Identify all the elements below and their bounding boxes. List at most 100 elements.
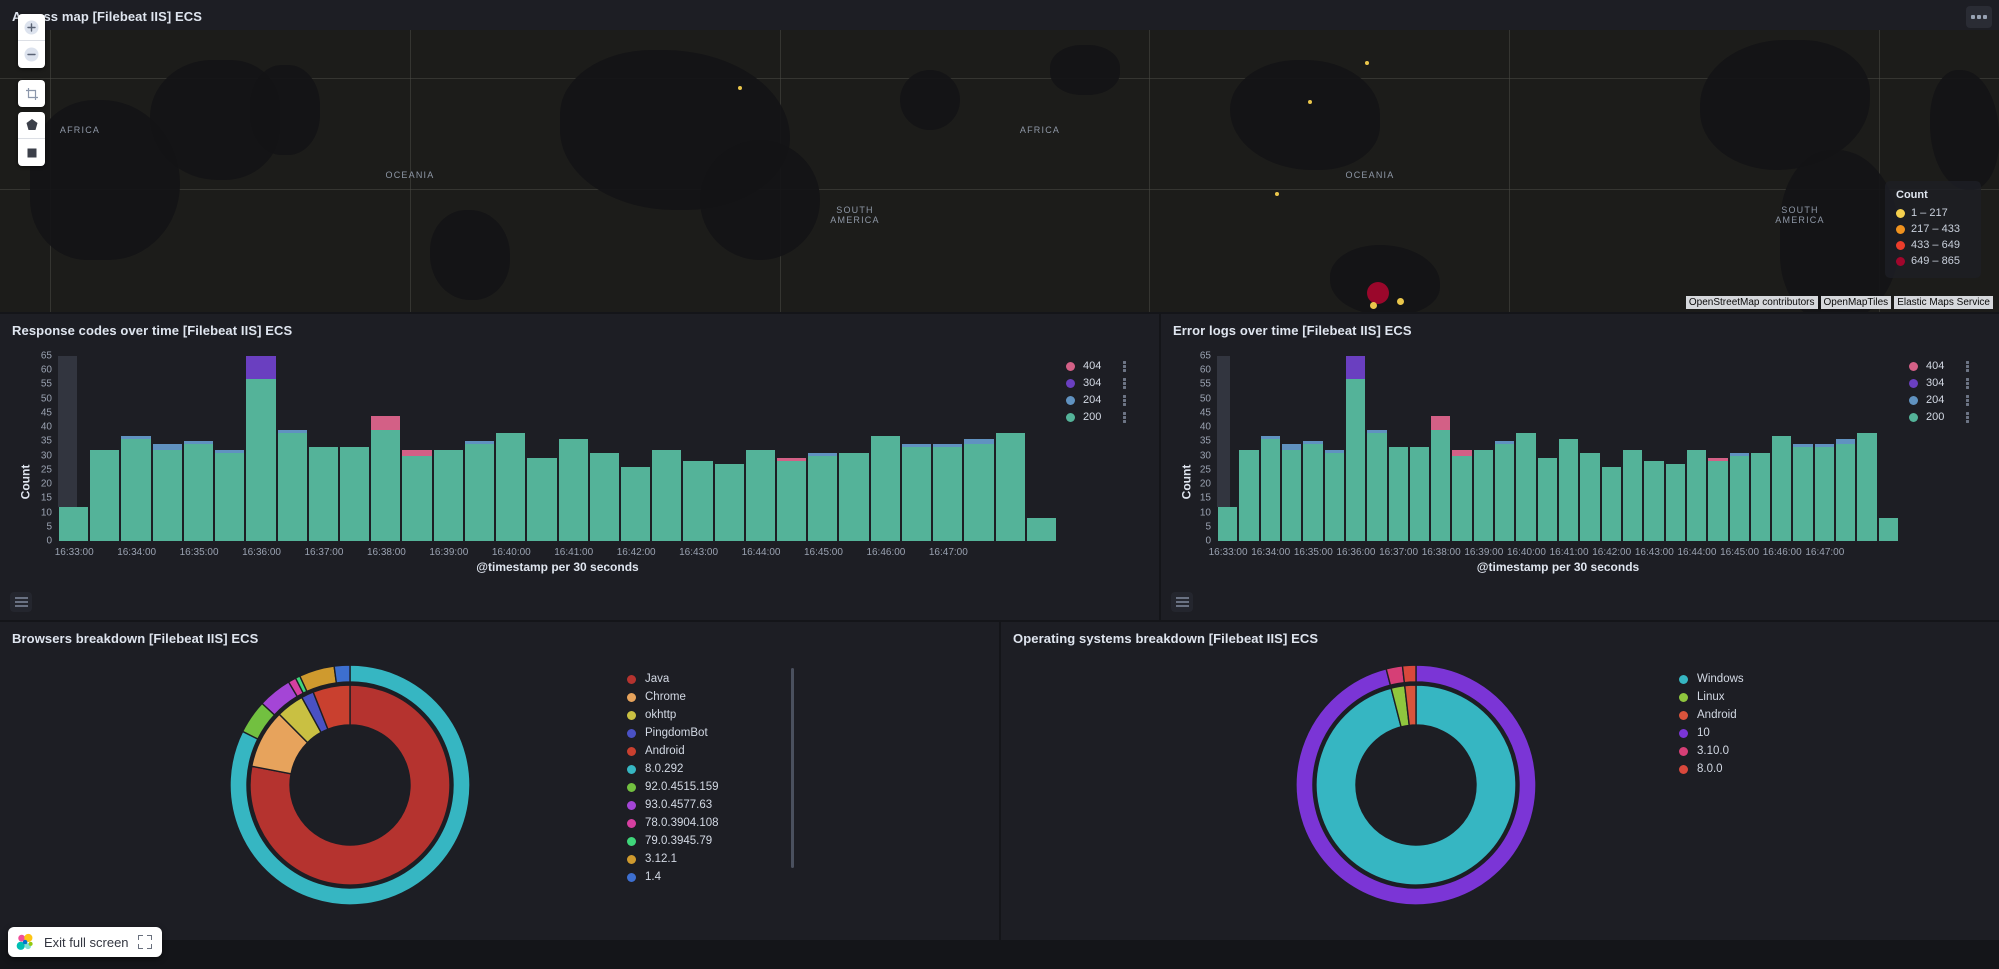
bar[interactable] [651,449,683,541]
bar-segment[interactable] [1387,447,1409,541]
bar[interactable] [557,438,589,541]
bar-segment[interactable] [713,464,745,541]
bar[interactable] [89,449,121,541]
map-marker[interactable] [1275,192,1279,196]
bar-segment[interactable] [370,430,402,541]
bar[interactable] [1217,506,1239,541]
bar-segment[interactable] [1621,449,1644,541]
bar[interactable] [338,447,371,541]
bar-segment[interactable] [1728,455,1750,541]
os-legend[interactable]: Windows Linux Android 10 3.10.0 8.0.0 [1679,670,1839,926]
series-legend-error[interactable]: 404 304 204 200 [1909,358,1969,426]
bar[interactable] [1792,444,1814,541]
bar[interactable] [1430,415,1452,541]
map-draw-controls[interactable] [18,112,45,166]
legend-actions-button[interactable] [1966,360,1969,372]
bar[interactable] [1771,435,1793,541]
legend-item[interactable]: Windows [1679,670,1827,688]
bar[interactable] [1259,435,1281,541]
bar[interactable] [495,432,527,541]
bar-segment[interactable] [869,435,901,541]
bar-segment[interactable] [89,449,121,541]
bar-segment[interactable] [1344,356,1367,379]
legend-item[interactable]: Android [1679,706,1827,724]
legend-item[interactable]: PingdomBot [627,724,775,742]
bar-segment[interactable] [1771,435,1793,541]
bar-segment[interactable] [58,506,90,541]
bar[interactable] [1366,430,1388,541]
bar-segment[interactable] [276,432,308,541]
legend-item[interactable]: Android [627,742,775,760]
bar[interactable] [1472,449,1495,541]
bar[interactable] [1451,449,1473,541]
bar-segment[interactable] [526,458,558,541]
legend-item[interactable]: 3.10.0 [1679,742,1827,760]
bar-segment[interactable] [619,467,652,541]
bar[interactable] [869,435,901,541]
bar-segment[interactable] [401,455,433,541]
bar-segment[interactable] [1280,449,1303,541]
bar-segment[interactable] [214,452,246,541]
bar[interactable] [1344,356,1367,541]
bar-segment[interactable] [838,452,870,541]
bar-segment[interactable] [1558,438,1580,541]
bar[interactable] [245,356,277,541]
bar-segment[interactable] [245,356,277,379]
legend-item-200[interactable]: 200 [1066,409,1126,425]
bar-segment[interactable] [1579,452,1601,541]
legend-item-204[interactable]: 204 [1909,392,1969,408]
donut-slice[interactable] [1401,664,1417,684]
bar[interactable] [1728,452,1750,541]
bar-segment[interactable] [1430,415,1452,430]
bar[interactable] [1664,464,1686,541]
bar-segment[interactable] [1600,467,1622,541]
bar-segment[interactable] [994,432,1026,541]
legend-item[interactable]: 1.4 [627,868,775,886]
bar[interactable] [401,449,433,541]
legend-item[interactable]: 79.0.3945.79 [627,832,775,850]
bar-segment[interactable] [682,461,714,541]
bar[interactable] [838,452,870,541]
map-marker[interactable] [1396,297,1404,305]
bar[interactable] [307,447,339,541]
bar-segment[interactable] [776,461,808,541]
bar[interactable] [463,441,496,541]
bar-segment[interactable] [963,444,995,541]
bar-segment[interactable] [120,438,152,541]
legend-item[interactable]: 8.0.292 [627,760,775,778]
legend-actions-button[interactable] [1123,411,1126,423]
bar[interactable] [432,449,464,541]
bar-segment[interactable] [1430,430,1452,541]
legend-item-200[interactable]: 200 [1909,409,1969,425]
bar-segment[interactable] [744,449,777,541]
bar[interactable] [1877,518,1899,541]
legend-toggle-response[interactable] [10,592,32,612]
legend-item-404[interactable]: 404 [1066,358,1126,374]
map-marker[interactable] [738,86,742,90]
bar[interactable] [1707,458,1729,541]
attribution-elastic-maps[interactable]: Elastic Maps Service [1894,296,1993,309]
bar-segment[interactable] [1835,444,1857,541]
legend-item[interactable]: 10 [1679,724,1827,742]
bar-segment[interactable] [182,444,215,541]
bar[interactable] [1749,452,1772,541]
draw-polygon-icon[interactable] [18,112,45,139]
bar[interactable] [1813,444,1836,541]
bar-segment[interactable] [1025,518,1057,541]
exit-full-screen-button[interactable]: Exit full screen [8,927,162,957]
bar-segment[interactable] [1472,449,1495,541]
bar[interactable] [1621,449,1644,541]
bar[interactable] [276,430,308,541]
browsers-donut[interactable] [140,644,560,926]
bar[interactable] [807,452,839,541]
legend-item[interactable]: 78.0.3904.108 [627,814,775,832]
bar[interactable] [120,435,152,541]
panel-context-menu-button[interactable] [1966,6,1992,28]
bar[interactable] [776,458,808,541]
bar-segment[interactable] [495,432,527,541]
bar-segment[interactable] [651,449,683,541]
bar[interactable] [1536,458,1558,541]
donut-slice[interactable] [333,664,351,684]
bar-segment[interactable] [807,455,839,541]
plot-area-error[interactable] [1217,356,1899,541]
